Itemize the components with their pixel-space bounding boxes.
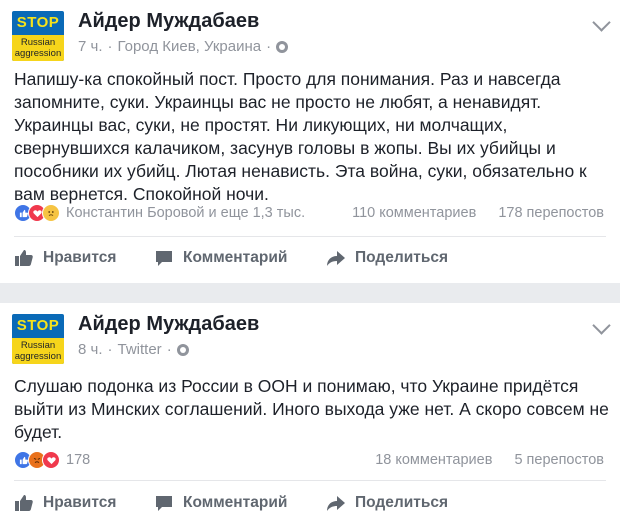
post-actions: Нравится Комментарий Поделиться	[14, 248, 606, 268]
meta-separator: ·	[107, 341, 113, 358]
meta-separator: ·	[166, 341, 172, 358]
meta-separator: ·	[266, 38, 272, 55]
comments-count[interactable]: 18 комментариев	[375, 452, 492, 468]
post-card: STOP Russian aggression Айдер Муждабаев …	[0, 0, 620, 283]
love-reaction-icon	[42, 451, 60, 469]
share-button[interactable]: Поделиться	[326, 248, 448, 268]
post-text: Слушаю подонка из России в ООН и понимаю…	[14, 376, 609, 442]
avatar-stop-text: STOP	[16, 317, 60, 334]
author-name[interactable]: Айдер Муждабаев	[78, 10, 259, 33]
like-button[interactable]: Нравится	[14, 493, 154, 513]
avatar-caption-line2: aggression	[14, 351, 62, 362]
divider	[14, 480, 606, 481]
chevron-down-icon[interactable]	[592, 13, 611, 32]
like-label: Нравится	[43, 249, 117, 266]
post-source[interactable]: Twitter	[118, 341, 162, 358]
post-stats: 178 18 комментариев 5 перепостов	[14, 451, 604, 469]
post-actions: Нравится Комментарий Поделиться	[14, 493, 606, 513]
comment-icon	[156, 251, 172, 266]
comments-count[interactable]: 110 комментариев	[352, 205, 476, 221]
comment-label: Комментарий	[183, 494, 288, 511]
avatar-caption-line1: Russian	[20, 340, 56, 351]
avatar-stop-text: STOP	[16, 14, 60, 31]
share-arrow-icon	[327, 251, 345, 266]
chevron-down-icon[interactable]	[592, 316, 611, 335]
avatar-caption: Russian aggression	[12, 338, 64, 364]
post-time[interactable]: 8 ч.	[78, 341, 103, 358]
reaction-icons[interactable]	[14, 204, 60, 222]
post-meta: 7 ч. · Город Киев, Украина ·	[78, 38, 289, 55]
reaction-icons[interactable]	[14, 451, 60, 469]
avatar-caption-line1: Russian	[20, 37, 56, 48]
post-text: Напишу-ка спокойный пост. Просто для пон…	[14, 69, 587, 204]
like-label: Нравится	[43, 494, 117, 511]
comment-icon	[156, 496, 172, 511]
shares-count[interactable]: 5 перепостов	[514, 452, 604, 468]
reactions-summary[interactable]: 178	[66, 452, 90, 468]
post-location[interactable]: Город Киев, Украина	[118, 38, 262, 55]
share-label: Поделиться	[355, 249, 449, 266]
sad-reaction-icon	[42, 204, 60, 222]
stats-right: 110 комментариев 178 перепостов	[352, 205, 604, 221]
post-stats: Константин Боровой и еще 1,3 тыс. 110 ко…	[14, 204, 604, 222]
post-meta: 8 ч. · Twitter ·	[78, 341, 189, 358]
avatar[interactable]: STOP Russian aggression	[12, 314, 64, 364]
comment-label: Комментарий	[183, 249, 288, 266]
globe-icon	[276, 40, 289, 53]
avatar[interactable]: STOP Russian aggression	[12, 11, 64, 61]
divider	[14, 236, 606, 237]
shares-count[interactable]: 178 перепостов	[498, 205, 604, 221]
like-button[interactable]: Нравится	[14, 248, 154, 268]
share-label: Поделиться	[355, 494, 449, 511]
post-time[interactable]: 7 ч.	[78, 38, 103, 55]
comment-button[interactable]: Комментарий	[154, 248, 326, 268]
thumbs-up-icon	[15, 495, 33, 511]
share-arrow-icon	[327, 496, 345, 511]
globe-icon	[176, 343, 189, 356]
stats-right: 18 комментариев 5 перепостов	[375, 452, 604, 468]
avatar-caption: Russian aggression	[12, 35, 64, 61]
avatar-caption-line2: aggression	[14, 48, 62, 59]
post-card: STOP Russian aggression Айдер Муждабаев …	[0, 303, 620, 525]
author-name[interactable]: Айдер Муждабаев	[78, 313, 259, 336]
thumbs-up-icon	[15, 250, 33, 266]
share-button[interactable]: Поделиться	[326, 493, 448, 513]
meta-separator: ·	[107, 38, 113, 55]
reactions-summary[interactable]: Константин Боровой и еще 1,3 тыс.	[66, 205, 305, 221]
comment-button[interactable]: Комментарий	[154, 493, 326, 513]
